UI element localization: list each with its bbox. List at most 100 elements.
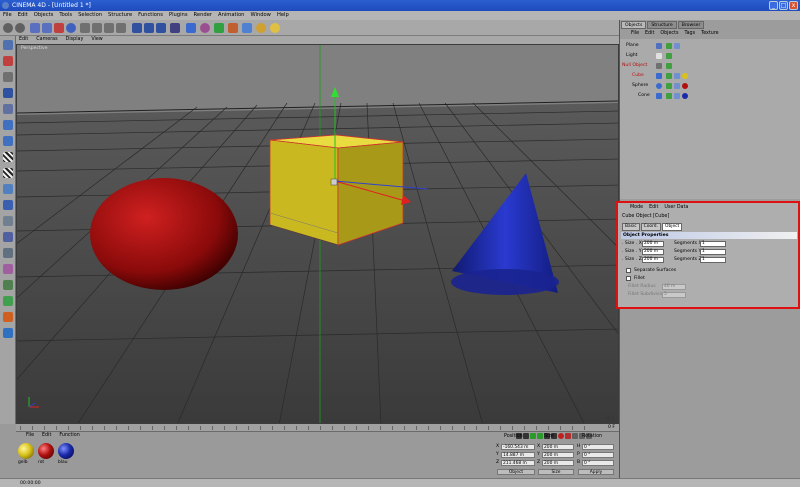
segments-x-input[interactable]: 1 (700, 241, 726, 247)
rotation-b-field[interactable]: 0 ° (582, 460, 614, 466)
am-menu-user-data[interactable]: User Data (664, 203, 688, 212)
locked-workplane-icon[interactable] (3, 280, 13, 290)
scene-icon[interactable] (242, 23, 252, 33)
viewport-menu-display[interactable]: Display (66, 36, 84, 44)
size-z-input[interactable]: 200 m (642, 257, 664, 263)
perspective-viewport[interactable]: Perspective 0 F (16, 44, 619, 424)
tab-browser[interactable]: Browser (677, 21, 705, 29)
coordinate-system-icon[interactable] (116, 23, 126, 33)
check-icon[interactable] (666, 53, 672, 59)
spline-icon[interactable] (200, 23, 210, 33)
segments-z-input[interactable]: 1 (700, 257, 726, 263)
scale-icon[interactable] (54, 23, 64, 33)
menu-help[interactable]: Help (277, 11, 289, 20)
phong-tag-icon[interactable] (674, 83, 680, 89)
check-icon[interactable] (666, 43, 672, 49)
tab-objects[interactable]: Objects (621, 21, 647, 29)
render-settings-icon[interactable] (170, 23, 180, 33)
rotation-p-field[interactable]: 0 ° (582, 452, 614, 458)
size-y-input[interactable]: 200 m (642, 249, 664, 255)
om-menu-file[interactable]: File (631, 29, 639, 38)
material-tag-gelb-icon[interactable] (682, 73, 688, 79)
inverse-kinematics-icon[interactable] (3, 200, 13, 210)
menu-functions[interactable]: Functions (138, 11, 163, 20)
tab-basic[interactable]: Basic (622, 223, 640, 231)
soft-selection-icon[interactable] (3, 232, 13, 242)
quantize-icon[interactable] (3, 312, 13, 322)
viewport-menu-view[interactable]: View (91, 36, 102, 44)
object-row-null[interactable]: Null Object (620, 61, 800, 71)
visibility-icon[interactable] (656, 43, 662, 49)
axis-x-icon[interactable] (80, 23, 90, 33)
fillet-checkbox[interactable] (626, 276, 631, 281)
om-menu-tags[interactable]: Tags (684, 29, 695, 38)
cone-object-icon[interactable] (656, 93, 662, 99)
rotate-icon[interactable] (66, 23, 76, 33)
menu-edit[interactable]: Edit (18, 11, 28, 20)
position-z-field[interactable]: 211.468 m (501, 460, 535, 466)
menu-window[interactable]: Window (250, 11, 270, 20)
workplane-icon[interactable] (3, 264, 13, 274)
close-button[interactable]: x (789, 1, 798, 10)
object-row-sphere[interactable]: Sphere (620, 81, 800, 91)
make-editable-icon[interactable] (3, 40, 13, 50)
minimize-button[interactable]: _ (769, 1, 778, 10)
material-menu-edit[interactable]: Edit (42, 432, 51, 440)
material-rot[interactable]: rot (38, 443, 56, 465)
points-mode-icon[interactable] (3, 120, 13, 130)
om-menu-objects[interactable]: Objects (660, 29, 678, 38)
menu-structure[interactable]: Structure (108, 11, 132, 20)
material-menu-function[interactable]: Function (59, 432, 79, 440)
check-icon[interactable] (666, 83, 672, 89)
check-icon[interactable] (666, 63, 672, 69)
size-mode-select[interactable]: Size (538, 469, 574, 475)
null-object-icon[interactable] (656, 63, 662, 69)
check-icon[interactable] (666, 73, 672, 79)
menu-animation[interactable]: Animation (218, 11, 244, 20)
om-menu-edit[interactable]: Edit (645, 29, 654, 38)
render-region-icon[interactable] (144, 23, 154, 33)
light-icon[interactable] (270, 23, 280, 33)
object-mode-icon[interactable] (3, 72, 13, 82)
phong-tag-icon[interactable] (674, 73, 680, 79)
tweak-mode-icon[interactable] (3, 216, 13, 226)
polygons-mode-icon[interactable] (3, 152, 13, 162)
menu-file[interactable]: File (3, 11, 12, 20)
timeline-ruler[interactable]: 0 F (16, 424, 619, 432)
coordinate-mode-select[interactable]: Object (497, 469, 535, 475)
viewport-menu-cameras[interactable]: Cameras (36, 36, 57, 44)
axis-y-icon[interactable] (92, 23, 102, 33)
material-tag-rot-icon[interactable] (682, 83, 688, 89)
size-x-input[interactable]: 200 m (642, 241, 664, 247)
redo-icon[interactable] (15, 23, 25, 33)
play-backward-icon[interactable] (530, 433, 536, 439)
am-menu-edit[interactable]: Edit (649, 203, 658, 212)
light-object-icon[interactable] (656, 53, 662, 59)
menu-render[interactable]: Render (194, 11, 212, 20)
object-row-plane[interactable]: Plane (620, 41, 800, 51)
apply-button[interactable]: Apply (578, 469, 614, 475)
separate-surfaces-checkbox[interactable] (626, 268, 631, 273)
render-view-icon[interactable] (132, 23, 142, 33)
paint-icon[interactable] (3, 328, 13, 338)
check-icon[interactable] (666, 93, 672, 99)
axis-mode-icon[interactable] (3, 104, 13, 114)
om-menu-texture[interactable]: Texture (701, 29, 719, 38)
render-picture-viewer-icon[interactable] (156, 23, 166, 33)
texture-tag-icon[interactable] (674, 43, 680, 49)
material-tag-blau-icon[interactable] (682, 93, 688, 99)
axis-z-icon[interactable] (104, 23, 114, 33)
cube-object-icon[interactable] (656, 73, 662, 79)
menu-selection[interactable]: Selection (78, 11, 102, 20)
am-menu-mode[interactable]: Mode (630, 203, 643, 212)
model-mode-icon[interactable] (3, 56, 13, 66)
sphere-object[interactable] (90, 178, 238, 290)
menu-tools[interactable]: Tools (59, 11, 72, 20)
edges-mode-icon[interactable] (3, 136, 13, 146)
material-gelb[interactable]: gelb (18, 443, 36, 465)
menu-objects[interactable]: Objects (34, 11, 54, 20)
phong-tag-icon[interactable] (674, 93, 680, 99)
snap-icon[interactable] (3, 248, 13, 258)
key-position-icon[interactable] (572, 433, 578, 439)
play-forward-icon[interactable] (537, 433, 543, 439)
